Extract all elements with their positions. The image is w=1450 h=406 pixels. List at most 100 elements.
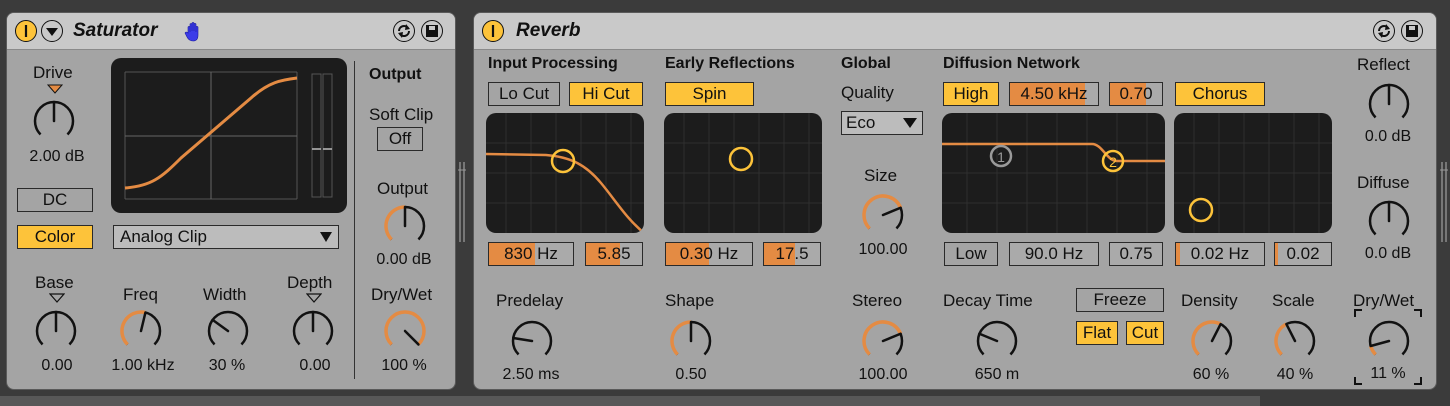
soft-clip-button[interactable]: Off (377, 127, 423, 151)
device-grip[interactable] (458, 162, 466, 242)
low-freq-field[interactable]: 90.0 Hz (1009, 242, 1099, 266)
base-indicator-icon (49, 293, 65, 303)
quality-value: Eco (846, 113, 876, 132)
saturator-titlebar: Saturator (7, 13, 455, 50)
density-knob[interactable] (1186, 315, 1238, 367)
er-shape-field[interactable]: 17.5 (763, 242, 821, 266)
stereo-label: Stereo (852, 291, 903, 310)
low-amount-field[interactable]: 0.75 (1109, 242, 1163, 266)
fold-icon[interactable] (41, 20, 63, 42)
size-knob[interactable] (857, 189, 909, 241)
chorus-rate-fill (1176, 243, 1181, 265)
shape-knob[interactable] (665, 315, 717, 367)
freeze-button[interactable]: Freeze (1076, 288, 1164, 312)
high-button[interactable]: High (943, 82, 999, 106)
density-value: 60 % (1192, 366, 1230, 383)
hand-icon[interactable] (183, 21, 205, 43)
dropdown-arrow-icon (320, 232, 332, 242)
shape-value: 0.50 (675, 366, 707, 383)
power-icon[interactable] (15, 20, 37, 42)
dc-button[interactable]: DC (17, 188, 93, 212)
reverb-title: Reverb (516, 20, 581, 41)
color-button[interactable]: Color (17, 225, 93, 249)
curve-type-dropdown[interactable]: Analog Clip (113, 225, 339, 249)
reflect-label: Reflect (1357, 55, 1410, 74)
output-knob[interactable] (379, 200, 431, 252)
reflect-knob[interactable] (1363, 78, 1415, 130)
early-reflections-header: Early Reflections (665, 55, 795, 72)
input-q-field[interactable]: 5.85 (585, 242, 643, 266)
hot-swap-icon[interactable] (393, 20, 415, 42)
predelay-knob[interactable] (506, 315, 558, 367)
stereo-value: 100.00 (858, 366, 908, 383)
reverb-drywet-knob[interactable] (1363, 315, 1415, 367)
saturator-curve-display (111, 58, 347, 213)
base-knob[interactable] (30, 305, 82, 357)
saturator-title: Saturator (73, 20, 158, 41)
global-header: Global (841, 55, 891, 72)
shape-label: Shape (665, 291, 715, 310)
high-amount-field[interactable]: 0.70 (1109, 82, 1163, 106)
drive-knob[interactable] (28, 95, 80, 147)
save-icon[interactable] (1401, 20, 1423, 42)
scale-value: 40 % (1276, 366, 1314, 383)
quality-dropdown[interactable]: Eco (841, 111, 923, 135)
depth-indicator-icon (306, 293, 322, 303)
scale-knob[interactable] (1269, 315, 1321, 367)
size-label: Size (864, 166, 898, 185)
predelay-value: 2.50 ms (502, 366, 560, 383)
low-amount-value: 0.75 (1119, 244, 1153, 263)
high-freq-field[interactable]: 4.50 kHz (1009, 82, 1099, 106)
width-knob[interactable] (202, 305, 254, 357)
decay-time-knob[interactable] (971, 315, 1023, 367)
power-icon[interactable] (482, 20, 504, 42)
chorus-amount-fill (1275, 243, 1278, 265)
input-freq-value: 830 Hz (504, 244, 558, 263)
input-freq-field[interactable]: 830 Hz (488, 242, 574, 266)
freq-knob[interactable] (115, 305, 167, 357)
er-amount-field[interactable]: 0.30 Hz (665, 242, 753, 266)
stereo-knob[interactable] (857, 315, 909, 367)
depth-knob[interactable] (287, 305, 339, 357)
cut-button[interactable]: Cut (1126, 321, 1164, 345)
scrollbar-track[interactable] (0, 396, 1260, 406)
early-reflections-display (664, 113, 822, 233)
flat-button[interactable]: Flat (1076, 321, 1118, 345)
reverb-drywet-label: Dry/Wet (1353, 291, 1415, 310)
depth-value: 0.00 (299, 357, 331, 374)
soft-clip-label: Soft Clip (369, 105, 434, 124)
reverb-titlebar: Reverb (474, 13, 1436, 50)
lo-cut-button[interactable]: Lo Cut (488, 82, 560, 106)
hot-swap-icon[interactable] (1373, 20, 1395, 42)
chorus-amount-field[interactable]: 0.02 (1274, 242, 1332, 266)
reverb-drywet-value: 11 % (1370, 365, 1406, 382)
save-icon[interactable] (421, 20, 443, 42)
marker-2: 2 (1109, 154, 1117, 170)
diffuse-label: Diffuse (1357, 173, 1410, 192)
scale-label: Scale (1272, 291, 1315, 310)
output-label: Output (377, 179, 429, 198)
width-label: Width (203, 285, 247, 304)
low-button[interactable]: Low (944, 242, 998, 266)
spin-button[interactable]: Spin (665, 82, 754, 106)
drywet-knob[interactable] (379, 305, 431, 357)
diffuse-knob[interactable] (1363, 195, 1415, 247)
hi-cut-button[interactable]: Hi Cut (569, 82, 643, 106)
depth-label: Depth (287, 273, 333, 292)
chorus-rate-field[interactable]: 0.02 Hz (1175, 242, 1265, 266)
chorus-button[interactable]: Chorus (1175, 82, 1265, 106)
chorus-amount-value: 0.02 (1286, 244, 1320, 263)
device-grip-right[interactable] (1440, 162, 1448, 242)
input-q-value: 5.85 (597, 244, 631, 263)
output-value: 0.00 dB (376, 251, 432, 268)
output-section-header: Output (369, 66, 422, 83)
dropdown-arrow-icon (903, 118, 917, 128)
diffusion-network-header: Diffusion Network (943, 55, 1080, 72)
freq-value: 1.00 kHz (111, 357, 175, 374)
diffusion-display: 1 2 (942, 113, 1165, 233)
reflect-value: 0.0 dB (1364, 128, 1412, 145)
drywet-value: 100 % (381, 357, 427, 374)
base-value: 0.00 (41, 357, 73, 374)
input-filter-display (486, 113, 644, 233)
diffuse-value: 0.0 dB (1364, 245, 1412, 262)
